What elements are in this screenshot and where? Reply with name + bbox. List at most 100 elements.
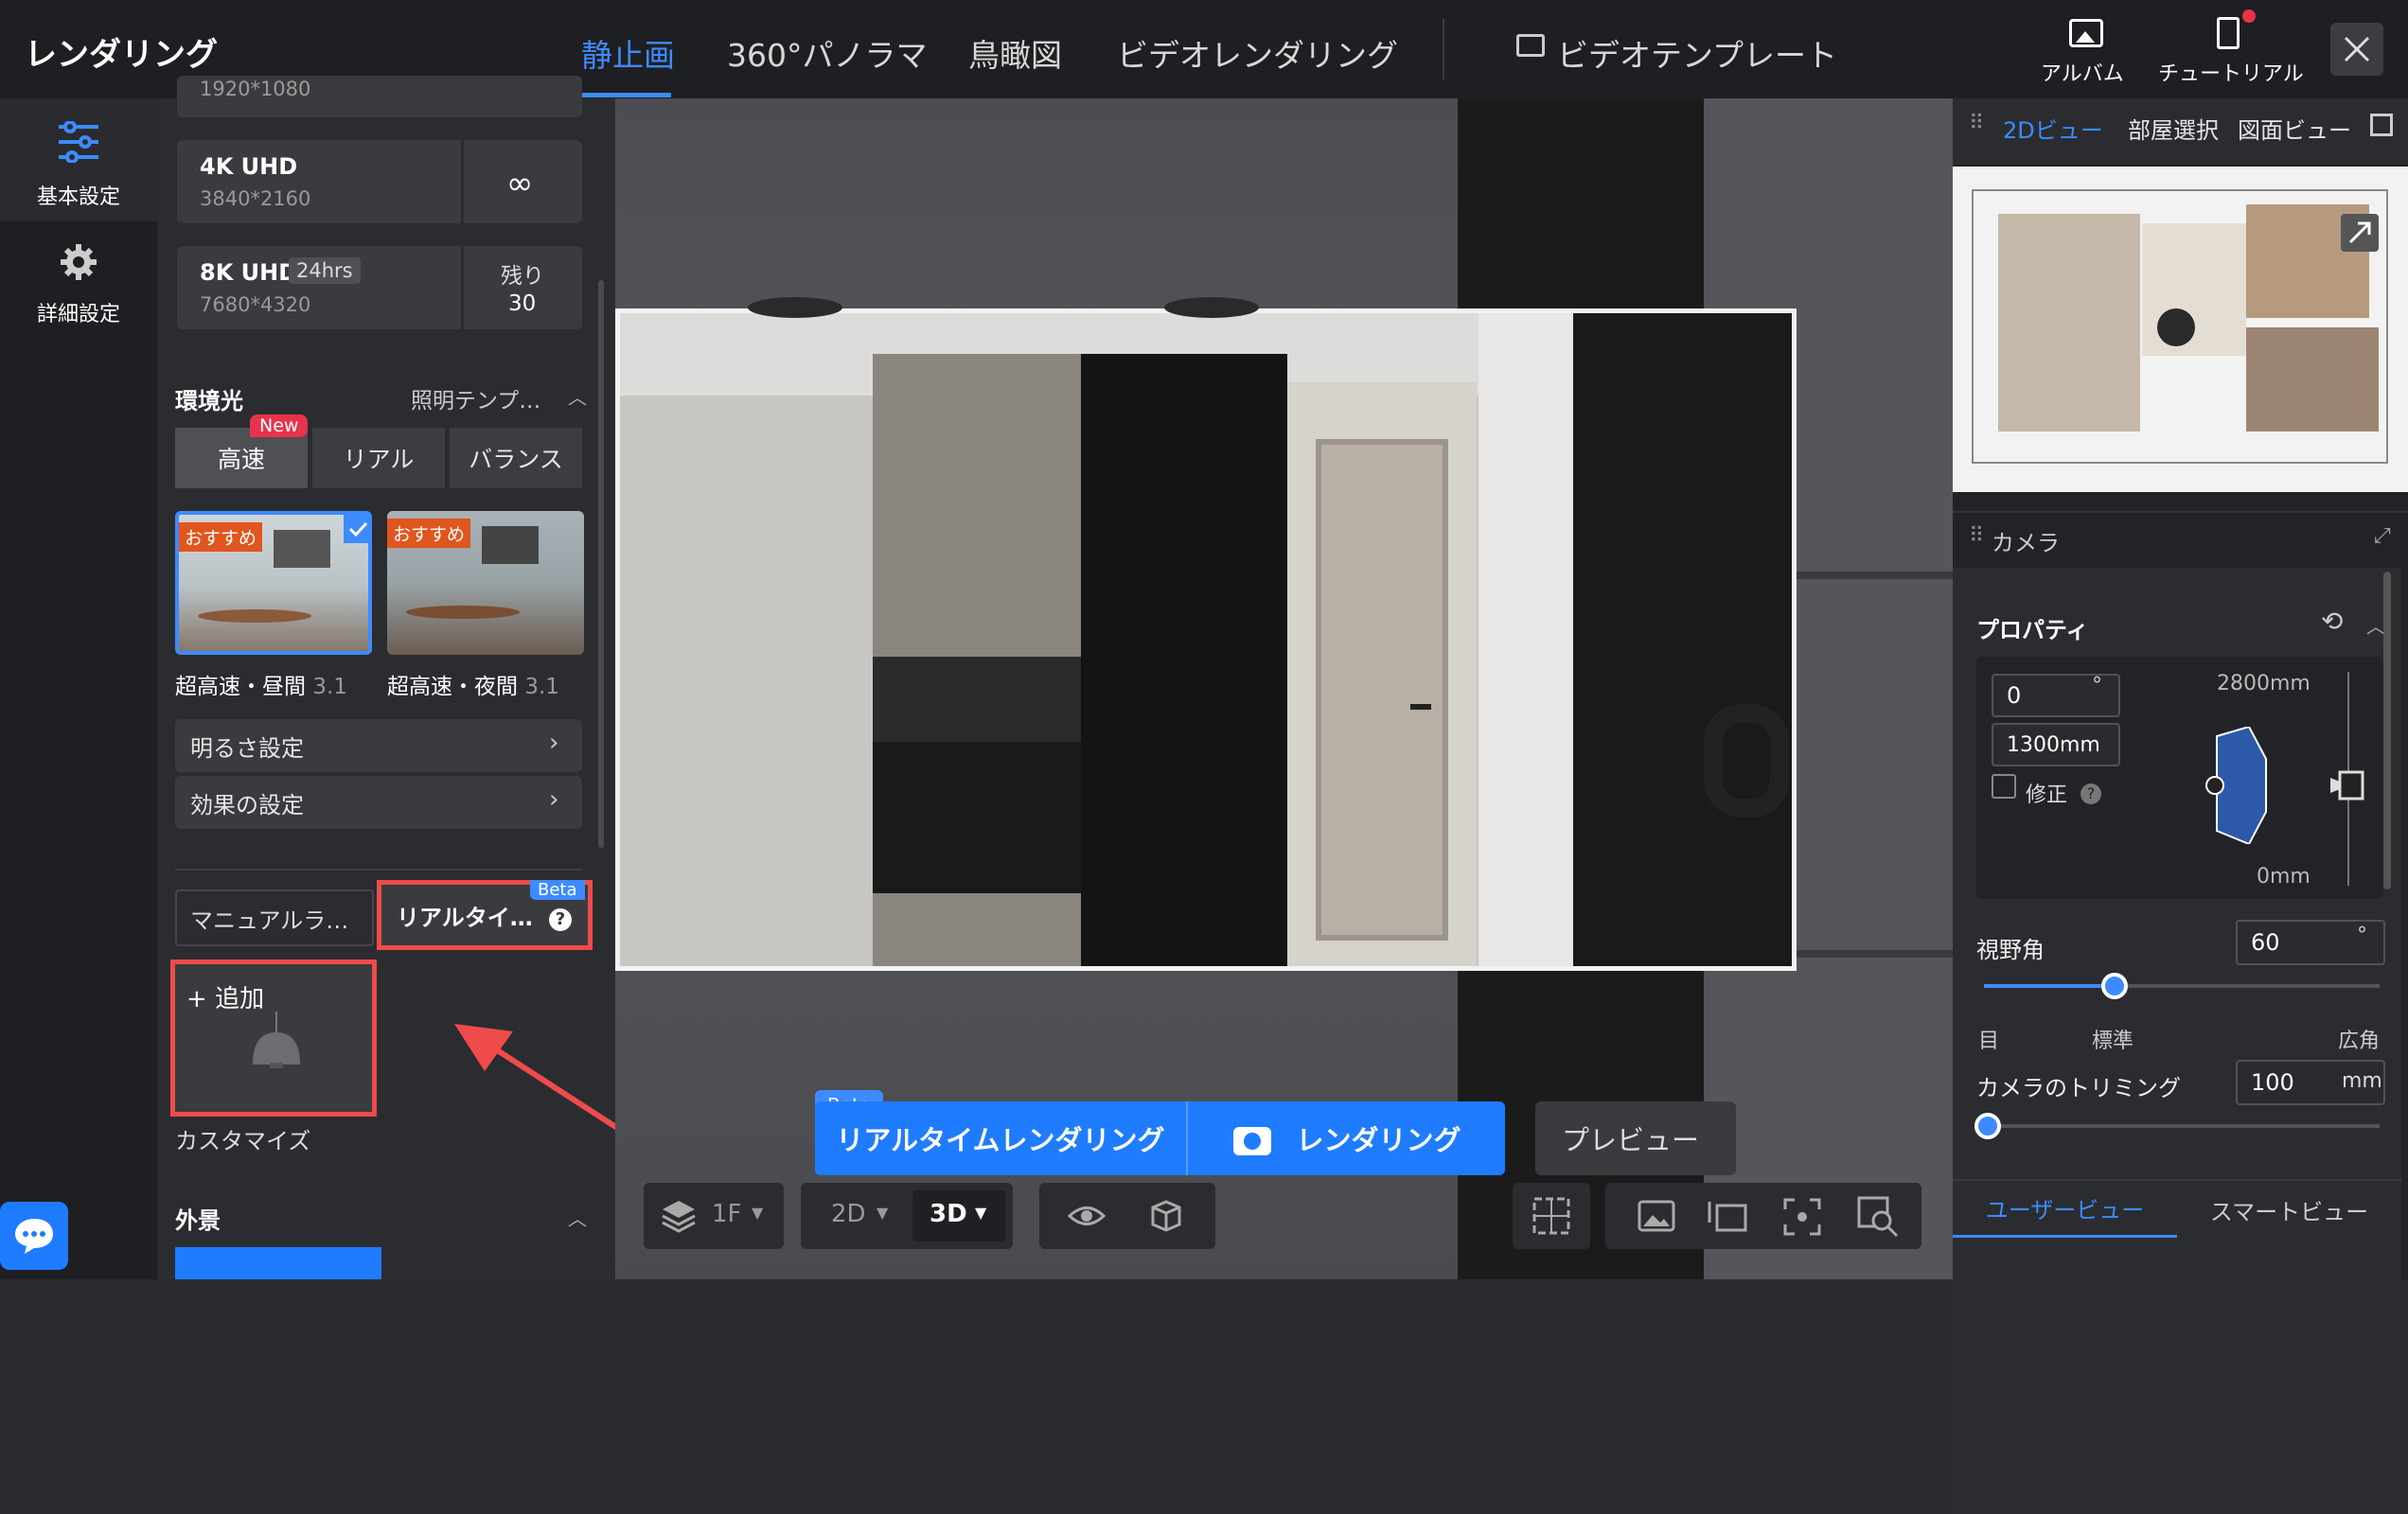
env-title: 環境光: [175, 388, 243, 414]
trim-unit: mm: [2342, 1069, 2382, 1093]
layers-icon: [662, 1201, 696, 1233]
correct-checkbox[interactable]: [1992, 774, 2016, 799]
tab-video-rendering[interactable]: ビデオレンダリング: [1117, 30, 1398, 76]
tab-room-select[interactable]: 部屋選択: [2128, 112, 2219, 145]
help-icon[interactable]: ?: [2080, 783, 2101, 804]
resolution-card-4k[interactable]: 4K UHD 3840*2160 ∞: [177, 140, 582, 223]
pendant-lamp-icon: [253, 1012, 300, 1068]
panel-scrollbar[interactable]: [2383, 572, 2391, 889]
collapse-icon[interactable]: ︿: [568, 1204, 587, 1231]
add-custom-light[interactable]: + 追加: [170, 959, 377, 1117]
zoom-icon[interactable]: [1857, 1196, 1901, 1238]
book-icon[interactable]: [2217, 17, 2240, 49]
close-icon: [2344, 36, 2370, 62]
nav-basic-settings[interactable]: 基本設定: [0, 98, 157, 221]
gear-icon: [61, 244, 97, 280]
crop-control: [1513, 1183, 1590, 1249]
app-title: レンダリング: [25, 36, 218, 74]
resolution-card-8k[interactable]: 8K UHD 24hrs 7680*4320 残り 30: [177, 246, 582, 329]
album-label[interactable]: アルバム: [2041, 57, 2124, 87]
preset-day[interactable]: おすすめ: [175, 511, 372, 655]
height-input[interactable]: 1300mm: [1992, 723, 2120, 766]
visibility-controls: [1039, 1183, 1215, 1249]
max-height-label: 2800mm: [2217, 672, 2311, 695]
properties-title: プロパティ: [1976, 617, 2089, 643]
preset-night[interactable]: おすすめ: [387, 511, 584, 655]
render-button[interactable]: レンダリング: [1188, 1101, 1505, 1175]
help-icon[interactable]: ?: [549, 908, 572, 931]
trim-slider[interactable]: [1974, 1113, 2380, 1139]
4k-title: 4K UHD: [200, 153, 298, 180]
mode-balance[interactable]: バランス: [450, 428, 582, 488]
preset-day-label: 超高速・昼間 3.1: [175, 675, 347, 699]
trim-slider-knob[interactable]: [1974, 1113, 2001, 1139]
close-button[interactable]: [2330, 23, 2383, 76]
camera-marker[interactable]: [2157, 308, 2195, 346]
drag-handle-icon[interactable]: ⠿: [1969, 524, 1984, 548]
mode-2d[interactable]: 2D: [831, 1200, 866, 1228]
tab-birds-eye[interactable]: 鳥瞰図: [968, 30, 1062, 76]
trim-label: カメラのトリミング: [1976, 1075, 2181, 1101]
exterior-option-selected[interactable]: [175, 1247, 381, 1279]
add-label: + 追加: [186, 985, 265, 1013]
dropdown-icon: ▼: [975, 1204, 987, 1222]
nav-basic-label: 基本設定: [36, 185, 120, 209]
chat-button[interactable]: [0, 1202, 68, 1270]
mode-real[interactable]: リアル: [312, 428, 445, 488]
divider: [1953, 511, 2408, 513]
drag-handle-icon[interactable]: ⠿: [1969, 112, 1984, 135]
video-template-button[interactable]: ビデオテンプレート: [1557, 30, 1837, 76]
8k-badge: 24hrs: [289, 257, 361, 284]
floor-label: 1F: [712, 1200, 742, 1228]
chevron-right-icon: ›: [549, 785, 559, 814]
mode-3d: 3D: [930, 1200, 967, 1228]
fov-slider-knob[interactable]: [2100, 973, 2128, 999]
album-icon[interactable]: [2069, 19, 2103, 47]
preview-button[interactable]: プレビュー: [1535, 1101, 1736, 1175]
dropdown-icon: ▼: [752, 1204, 764, 1222]
lighting-template-link[interactable]: 照明テンプ…: [411, 382, 540, 414]
expand-icon[interactable]: ⤢: [2374, 524, 2391, 548]
tab-still-image[interactable]: 静止画: [581, 30, 675, 76]
image-swap-icon[interactable]: [1708, 1198, 1749, 1234]
tab-360-panorama[interactable]: 360°パノラマ: [727, 30, 928, 76]
infinity-icon: ∞: [506, 165, 534, 202]
floor-selector[interactable]: 1F ▼: [644, 1183, 784, 1249]
fhd-sub: 1920*1080: [200, 78, 311, 100]
collapse-icon[interactable]: ︿: [568, 382, 587, 410]
fov-slider-fill: [1984, 984, 2115, 988]
manual-lighting-tab[interactable]: マニュアルラ…: [175, 889, 374, 946]
fov-unit: °: [2357, 924, 2367, 947]
recommend-badge: おすすめ: [387, 519, 471, 548]
tab-smart-view[interactable]: スマートビュー: [2177, 1181, 2401, 1238]
panel-scrollbar[interactable]: [598, 280, 604, 848]
nav-advanced-label: 詳細設定: [36, 303, 120, 326]
eye-icon[interactable]: [1068, 1200, 1106, 1232]
resolution-card-fhd[interactable]: 1920*1080: [177, 76, 582, 117]
expand-icon[interactable]: [2341, 214, 2379, 252]
tab-drawing-view[interactable]: 図面ビュー: [2238, 112, 2351, 145]
active-tab-indicator: [575, 93, 671, 97]
tab-user-view[interactable]: ユーザービュー: [1953, 1181, 2177, 1238]
brightness-settings[interactable]: 明るさ設定: [175, 719, 582, 772]
monitor-icon: [1516, 34, 1545, 57]
check-icon: [344, 515, 368, 543]
camera-height-handle[interactable]: [2328, 768, 2368, 802]
reset-icon[interactable]: ⟲: [2321, 606, 2343, 637]
cube-icon[interactable]: [1149, 1198, 1183, 1234]
customize-label: カスタマイズ: [175, 1128, 311, 1154]
fov-slider[interactable]: [1984, 973, 2380, 999]
tutorial-label[interactable]: チュートリアル: [2158, 57, 2304, 87]
image-icon[interactable]: [1638, 1200, 1675, 1232]
realtime-render-button[interactable]: リアルタイムレンダリング: [815, 1101, 1186, 1175]
nav-advanced-settings[interactable]: 詳細設定: [0, 237, 157, 341]
tab-2d-view[interactable]: 2Dビュー: [2003, 112, 2103, 145]
frame-select-icon[interactable]: [1532, 1196, 1571, 1236]
focus-icon[interactable]: [1783, 1198, 1821, 1236]
window-icon[interactable]: [2370, 114, 2393, 136]
collapse-icon[interactable]: ︿: [2366, 611, 2385, 639]
8k-sub: 7680*4320: [200, 293, 311, 316]
view-mode-selector[interactable]: 2D ▼ 3D ▼: [801, 1183, 1013, 1249]
floorplan-minimap[interactable]: [1953, 167, 2408, 492]
effect-settings[interactable]: 効果の設定: [175, 776, 582, 829]
